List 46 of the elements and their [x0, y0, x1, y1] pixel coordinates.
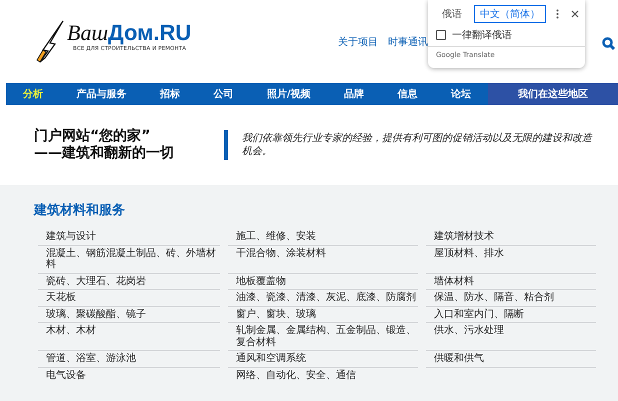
- regions-button[interactable]: 我们在这些地区: [488, 83, 618, 105]
- category-link[interactable]: 地板覆盖物: [228, 274, 418, 290]
- nav-link[interactable]: 分析: [22, 87, 43, 101]
- nav-link[interactable]: 招标: [160, 87, 180, 101]
- category-link[interactable]: 供水、污水处理: [426, 323, 596, 351]
- category-link[interactable]: 木材、木材: [38, 323, 220, 351]
- category-link[interactable]: 施工、维修、安装: [228, 229, 418, 246]
- checkbox[interactable]: [436, 30, 446, 40]
- category-link[interactable]: 屋顶材料、排水: [426, 246, 596, 274]
- category-link[interactable]: 油漆、瓷漆、清漆、灰泥、底漆、防腐剂: [228, 290, 418, 306]
- checkbox-label: 一律翻译俄语: [452, 28, 512, 42]
- more-icon[interactable]: [556, 9, 559, 19]
- category-link[interactable]: 管道、浴室、游泳池: [38, 351, 220, 368]
- category-link[interactable]: 供暖和供气: [426, 351, 596, 368]
- category-link[interactable]: 入口和室内门、隔断: [426, 306, 596, 323]
- header-link[interactable]: 关于项目: [338, 34, 378, 48]
- nav-link[interactable]: 论坛: [451, 87, 472, 101]
- category-link[interactable]: 建筑增材技术: [426, 229, 596, 246]
- section-title: 建筑材料和服务: [34, 202, 126, 219]
- category-link[interactable]: 电气设备: [38, 368, 220, 383]
- nav-link[interactable]: 品牌: [344, 87, 364, 101]
- language-tab[interactable]: 中文（简体）: [474, 5, 546, 23]
- search-icon[interactable]: [602, 37, 615, 50]
- nav-link[interactable]: 公司: [213, 87, 234, 101]
- nav-link[interactable]: 照片/视频: [266, 87, 311, 101]
- category-link[interactable]: 干混合物、涂装材料: [228, 246, 418, 274]
- close-icon[interactable]: [571, 10, 579, 18]
- category-link[interactable]: 网络、自动化、安全、通信: [228, 368, 418, 383]
- pencil-icon: [35, 20, 65, 64]
- hero-description: 我们依靠领先行业专家的经验，提供有利可图的促销活动以及无限的建设和改造机会。: [242, 132, 592, 158]
- category-link[interactable]: 建筑与设计: [38, 229, 220, 246]
- nav-link[interactable]: 产品与服务: [76, 87, 126, 101]
- category-link[interactable]: 瓷砖、大理石、花岗岩: [38, 274, 220, 290]
- category-link[interactable]: 墙体材料: [426, 274, 596, 290]
- logo-text: Ваш: [67, 20, 108, 46]
- category-link[interactable]: 天花板: [38, 290, 220, 306]
- nav-link[interactable]: 信息: [398, 87, 418, 101]
- category-link[interactable]: 轧制金属、金属结构、五金制品、锻造、复合材料: [228, 323, 418, 351]
- header-link[interactable]: 时事通讯: [388, 34, 428, 48]
- hero-title: 门户网站“您的家” ——建筑和翻新的一切: [34, 128, 175, 162]
- logo-text: Дом.RU: [108, 20, 192, 46]
- category-link[interactable]: 玻璃、聚碳酸酯、镜子: [38, 306, 220, 323]
- category-link[interactable]: 通风和空调系统: [228, 351, 418, 368]
- category-link[interactable]: 混凝土、钢筋混凝土制品、砖、外墙材料: [38, 246, 220, 274]
- category-link[interactable]: 保温、防水、隔音、粘合剂: [426, 290, 596, 306]
- category-link[interactable]: 窗户、窗块、玻璃: [228, 306, 418, 323]
